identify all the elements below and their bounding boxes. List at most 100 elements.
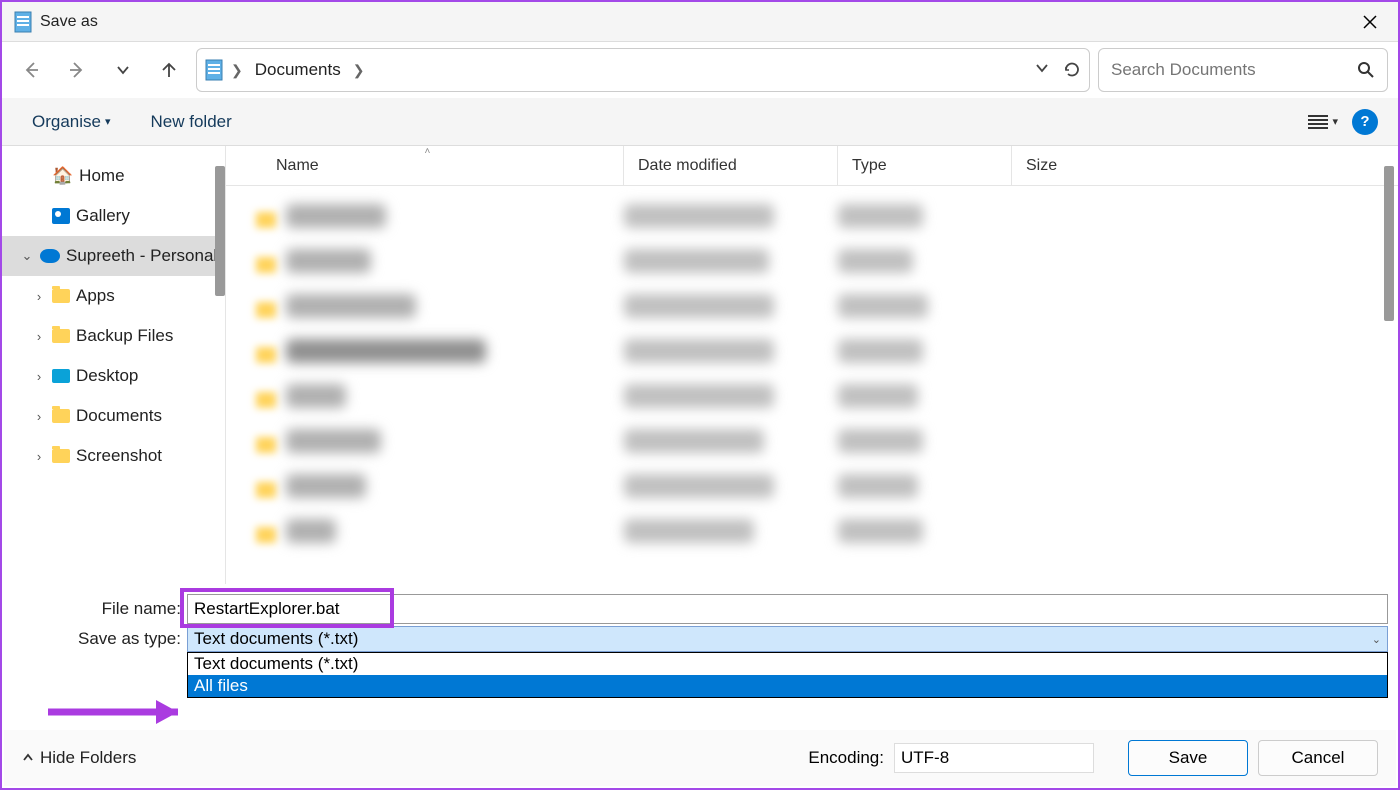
column-type[interactable]: Type: [838, 146, 1012, 185]
sidebar-item-gallery[interactable]: Gallery: [2, 196, 225, 236]
sidebar-item-backup[interactable]: › Backup Files: [2, 316, 225, 356]
column-headers: ˄ Name Date modified Type Size: [226, 146, 1398, 186]
list-item[interactable]: [226, 466, 1398, 511]
col-type-label: Type: [852, 157, 887, 175]
saveastype-row: Save as type: Text documents (*.txt) ⌄ T…: [12, 626, 1388, 652]
search-input[interactable]: [1111, 60, 1357, 80]
folder-icon: [52, 329, 70, 343]
column-name[interactable]: ˄ Name: [226, 146, 624, 185]
new-folder-label: New folder: [151, 112, 232, 132]
file-rows: [226, 186, 1398, 566]
organise-button[interactable]: Organise ▾: [22, 106, 121, 138]
saveastype-select[interactable]: Text documents (*.txt) ⌄: [187, 626, 1388, 652]
chevron-down-icon: ▾: [105, 115, 111, 128]
sidebar-label-backup: Backup Files: [76, 326, 173, 346]
nav-tree: 🏠 Home Gallery ⌄ Supreeth - Personal › A…: [2, 146, 225, 486]
folder-type-icon: [205, 59, 223, 81]
sidebar-label-home: Home: [79, 166, 124, 186]
recent-locations-button[interactable]: [104, 50, 142, 90]
sidebar-label-screenshot: Screenshot: [76, 446, 162, 466]
breadcrumb-documents[interactable]: Documents: [251, 58, 345, 82]
list-item[interactable]: [226, 376, 1398, 421]
sidebar-scrollbar[interactable]: [215, 166, 225, 296]
hide-folders-label: Hide Folders: [40, 748, 136, 768]
annotation-arrow-allfiles: [38, 692, 198, 732]
sidebar-item-apps[interactable]: › Apps: [2, 276, 225, 316]
sidebar-item-home[interactable]: 🏠 Home: [2, 156, 225, 196]
onedrive-icon: [40, 249, 60, 263]
encoding-input[interactable]: [894, 743, 1094, 773]
list-item[interactable]: [226, 241, 1398, 286]
column-size[interactable]: Size: [1012, 146, 1186, 185]
file-list: ˄ Name Date modified Type Size: [226, 146, 1398, 584]
address-bar[interactable]: ❯ Documents ❯: [196, 48, 1090, 92]
new-folder-button[interactable]: New folder: [141, 106, 242, 138]
folder-icon: [52, 449, 70, 463]
chevron-right-icon[interactable]: ›: [32, 409, 46, 424]
help-icon: ?: [1360, 113, 1369, 130]
saveastype-dropdown: Text documents (*.txt) All files: [187, 652, 1388, 698]
main-area: 🏠 Home Gallery ⌄ Supreeth - Personal › A…: [2, 146, 1398, 584]
list-item[interactable]: [226, 421, 1398, 466]
forward-arrow-icon: [67, 60, 87, 80]
col-size-label: Size: [1026, 157, 1057, 175]
list-item[interactable]: [226, 511, 1398, 556]
chevron-right-icon[interactable]: ›: [32, 289, 46, 304]
up-button[interactable]: [150, 50, 188, 90]
saveastype-label: Save as type:: [12, 629, 187, 649]
filename-row: File name:: [12, 594, 1388, 624]
window-title: Save as: [40, 13, 98, 31]
forward-button[interactable]: [58, 50, 96, 90]
option-all-files[interactable]: All files: [188, 675, 1387, 697]
sidebar-label-apps: Apps: [76, 286, 115, 306]
column-date[interactable]: Date modified: [624, 146, 838, 185]
sidebar-item-documents[interactable]: › Documents: [2, 396, 225, 436]
sidebar-item-screenshot[interactable]: › Screenshot: [2, 436, 225, 476]
sidebar-item-desktop[interactable]: › Desktop: [2, 356, 225, 396]
address-dropdown-button[interactable]: [1035, 61, 1049, 79]
desktop-icon: [52, 369, 70, 383]
save-button[interactable]: Save: [1128, 740, 1248, 776]
sidebar-item-onedrive[interactable]: ⌄ Supreeth - Personal: [2, 236, 225, 276]
chevron-right-icon[interactable]: ›: [32, 329, 46, 344]
breadcrumb-separator: ❯: [349, 62, 369, 79]
home-icon: 🏠: [52, 166, 73, 186]
chevron-down-icon: ⌄: [1372, 633, 1381, 646]
col-date-label: Date modified: [638, 157, 737, 175]
saveastype-select-wrap: Text documents (*.txt) ⌄ Text documents …: [187, 626, 1388, 652]
folder-icon: [52, 409, 70, 423]
list-item[interactable]: [226, 196, 1398, 241]
organise-label: Organise: [32, 112, 101, 132]
back-button[interactable]: [12, 50, 50, 90]
sidebar-label-documents: Documents: [76, 406, 162, 426]
refresh-button[interactable]: [1063, 61, 1081, 79]
notepad-icon: [14, 11, 32, 33]
view-button[interactable]: ▾: [1308, 114, 1338, 130]
list-item[interactable]: [226, 286, 1398, 331]
save-form: File name: Save as type: Text documents …: [2, 584, 1398, 652]
chevron-down-icon: [116, 63, 130, 77]
search-box[interactable]: [1098, 48, 1388, 92]
encoding-label: Encoding:: [808, 748, 884, 768]
list-item[interactable]: [226, 331, 1398, 376]
search-icon: [1357, 61, 1375, 79]
filename-label: File name:: [12, 599, 187, 619]
hide-folders-button[interactable]: Hide Folders: [22, 748, 136, 768]
list-view-icon: [1308, 114, 1328, 130]
chevron-right-icon[interactable]: ›: [32, 369, 46, 384]
cancel-button[interactable]: Cancel: [1258, 740, 1378, 776]
close-button[interactable]: [1350, 7, 1390, 37]
option-txt[interactable]: Text documents (*.txt): [188, 653, 1387, 675]
sidebar-label-desktop: Desktop: [76, 366, 138, 386]
close-icon: [1363, 15, 1377, 29]
filename-input[interactable]: [187, 594, 1388, 624]
breadcrumb-separator: ❯: [227, 62, 247, 79]
back-arrow-icon: [21, 60, 41, 80]
gallery-icon: [52, 208, 70, 224]
chevron-right-icon[interactable]: ›: [32, 449, 46, 464]
chevron-up-icon: [22, 752, 34, 764]
chevron-down-icon[interactable]: ⌄: [20, 248, 34, 264]
help-button[interactable]: ?: [1352, 109, 1378, 135]
refresh-icon: [1063, 61, 1081, 79]
sidebar-label-gallery: Gallery: [76, 206, 130, 226]
